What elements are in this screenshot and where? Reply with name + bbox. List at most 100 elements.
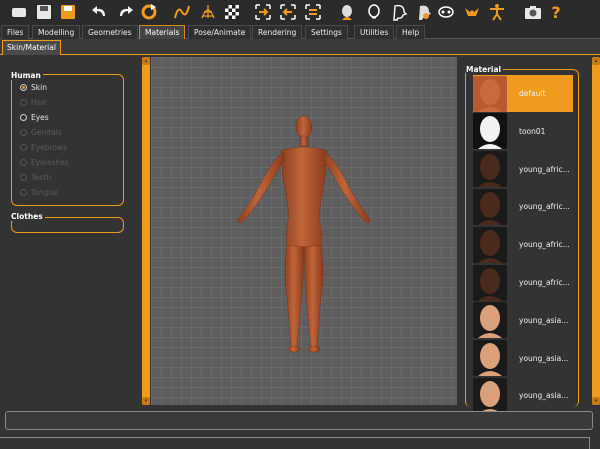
radio-indicator: [20, 173, 27, 181]
tab-pose-animate[interactable]: Pose/Animate: [188, 25, 252, 39]
help-glyph: ?: [551, 2, 561, 22]
material-thumbnail: [473, 226, 507, 263]
radio-indicator: [20, 83, 27, 91]
radio-label: Genitals: [31, 127, 62, 137]
material-thumbnail: [473, 340, 507, 377]
face-view-icon[interactable]: [435, 1, 457, 23]
left-panel: Human Skin Hair Eyes Genitals Eyebrows Eyelas…: [0, 56, 140, 406]
pose-icon[interactable]: [486, 1, 508, 23]
smooth-icon[interactable]: [171, 1, 193, 23]
radio-label: Eyelashes: [31, 157, 69, 167]
tab-help[interactable]: Help: [396, 25, 426, 39]
radio-indicator: [20, 98, 27, 106]
radio-indicator: [20, 113, 27, 121]
radio-hair: Hair: [20, 96, 46, 108]
tab-rendering[interactable]: Rendering: [252, 25, 303, 39]
material-item[interactable]: young_afric...: [473, 264, 573, 301]
save-icon[interactable]: [33, 1, 55, 23]
undo-icon[interactable]: [89, 1, 111, 23]
export-icon[interactable]: [57, 1, 79, 23]
radio-label: Tongue: [31, 187, 58, 197]
screenshot-icon[interactable]: [522, 1, 544, 23]
material-item[interactable]: young_afric...: [473, 226, 573, 263]
human-model: [236, 115, 372, 353]
material-group-title: Material: [466, 65, 504, 74]
left-scroll-slider[interactable]: ▴ ▾: [142, 57, 150, 405]
radio-indicator: [20, 188, 27, 196]
back-view-icon[interactable]: [277, 1, 299, 23]
material-thumbnail: [473, 264, 507, 301]
radio-indicator: [20, 143, 27, 151]
radio-indicator: [20, 128, 27, 136]
material-label: default: [519, 89, 546, 98]
head-top-icon[interactable]: [413, 1, 435, 23]
radio-indicator: [20, 158, 27, 166]
right-slider-top-handle[interactable]: ▴: [592, 57, 600, 65]
progress-bar: [0, 437, 590, 449]
material-item[interactable]: young_afric...: [473, 151, 573, 188]
material-item[interactable]: young_afric...: [473, 188, 573, 225]
front-view-icon[interactable]: [252, 1, 274, 23]
material-thumbnail: [473, 377, 507, 414]
material-label: young_afric...: [519, 202, 570, 212]
slider-top-handle[interactable]: ▴: [142, 57, 150, 65]
material-thumbnail: [473, 151, 507, 188]
tab-utilities[interactable]: Utilities: [354, 25, 395, 39]
radio-label: Skin: [31, 82, 47, 92]
material-thumbnail: [473, 302, 507, 339]
material-item[interactable]: default: [473, 75, 573, 112]
tab-settings[interactable]: Settings: [305, 25, 348, 39]
radio-eyelashes: Eyelashes: [20, 156, 69, 168]
reset-icon[interactable]: [138, 1, 160, 23]
material-label: young_asia...: [519, 315, 569, 325]
subtab-bar: Skin/Material: [0, 39, 600, 55]
material-item[interactable]: young_asia...: [473, 340, 573, 377]
menu-bar: Files Modelling Geometries Materials Pose/An…: [0, 24, 600, 39]
right-scroll-slider[interactable]: ▴ ▾: [592, 57, 600, 405]
radio-tongue: Tongue: [20, 186, 58, 198]
wireframe-icon[interactable]: [197, 1, 219, 23]
human-group-title: Human: [11, 71, 43, 80]
radio-label: Hair: [31, 97, 47, 107]
material-item[interactable]: young_asia...: [473, 302, 573, 339]
radio-eyes[interactable]: Eyes: [20, 111, 49, 123]
subtab-skin-material[interactable]: Skin/Material: [2, 40, 61, 55]
radio-label: Eyebrows: [31, 142, 68, 152]
3d-viewport[interactable]: [151, 57, 457, 405]
head-front-icon[interactable]: [336, 1, 358, 23]
material-label: young_afric...: [519, 278, 570, 287]
tab-geometries[interactable]: Geometries: [82, 25, 138, 39]
material-thumbnail: [473, 113, 507, 150]
radio-eyebrows: Eyebrows: [20, 141, 67, 153]
status-bar: [5, 411, 593, 430]
makehuman-window: ? Files Modelling Geometries Materials Pose/…: [0, 0, 600, 449]
radio-skin[interactable]: Skin: [20, 81, 47, 93]
material-thumbnail: [473, 188, 507, 225]
material-label: young_afric...: [519, 164, 570, 174]
checker-background-icon[interactable]: [221, 1, 243, 23]
tab-materials[interactable]: Materials: [139, 25, 186, 39]
material-label: young_asia...: [519, 353, 569, 363]
open-file-icon[interactable]: [8, 1, 30, 23]
head-back-icon[interactable]: [363, 1, 385, 23]
clothes-group-title: Clothes: [11, 212, 45, 221]
material-item[interactable]: young_asia...: [473, 377, 573, 414]
material-item[interactable]: toon01: [473, 113, 573, 150]
redo-icon[interactable]: [114, 1, 136, 23]
tab-modelling[interactable]: Modelling: [32, 25, 81, 39]
right-slider-bottom-handle[interactable]: ▾: [592, 397, 600, 405]
toolbar: ?: [0, 0, 600, 24]
side-view-icon[interactable]: [302, 1, 324, 23]
radio-genitals: Genitals: [20, 126, 62, 138]
slider-bottom-handle[interactable]: ▾: [142, 397, 150, 405]
head-side-icon[interactable]: [388, 1, 410, 23]
material-label: young_asia...: [519, 391, 569, 401]
material-thumbnail: [473, 75, 507, 112]
help-icon[interactable]: ?: [545, 1, 567, 23]
radio-teeth: Teeth: [20, 171, 51, 183]
radio-label: Teeth: [31, 172, 52, 182]
material-label: toon01: [519, 126, 546, 136]
radio-label: Eyes: [31, 112, 49, 122]
tab-files[interactable]: Files: [1, 25, 30, 39]
full-body-icon[interactable]: [461, 1, 483, 23]
